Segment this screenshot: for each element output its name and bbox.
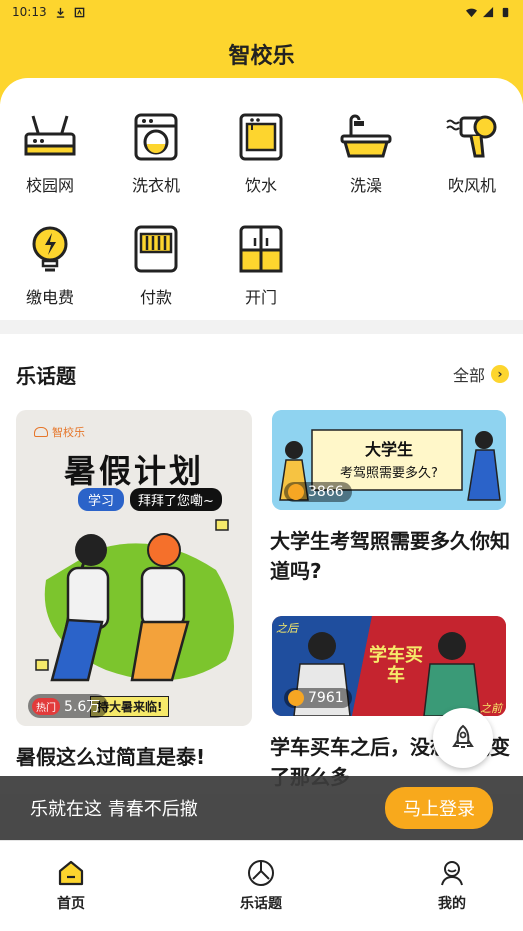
topic-card-title[interactable]: 大学生考驾照需要多久你知道吗? (270, 526, 510, 586)
status-bar: 10:13 (0, 0, 523, 24)
home-icon (58, 860, 84, 886)
topic-card-image[interactable]: 智校乐 暑假计划 学习 拜拜了您嘞~ 持大暑来临! 热门 5.6万 (16, 410, 252, 726)
topic-card-image[interactable]: 大学生 考驾照需要多久? 3866 (272, 410, 506, 510)
hot-badge: 热门 (32, 697, 60, 715)
bottom-tab-bar: 首页 乐话题 我的 (0, 840, 523, 931)
rocket-icon (452, 724, 474, 748)
brand-cloud-icon (34, 427, 48, 437)
download-icon (56, 7, 64, 18)
door-icon (239, 225, 283, 273)
view-all-topics[interactable]: 全部 › (453, 362, 509, 386)
signal-icon (483, 6, 494, 17)
chevron-right-icon: › (491, 365, 509, 383)
view-count: 热门 5.6万 (28, 694, 109, 718)
topic-card-image[interactable]: 之后 之前 学车买车 7961 (272, 616, 506, 716)
back-to-top-button[interactable] (433, 708, 493, 768)
bathtub-icon (340, 114, 392, 158)
banner-left-label: 之后 (276, 622, 298, 635)
page-title: 智校乐 (228, 44, 295, 69)
washing-machine-icon (134, 113, 178, 161)
topic-icon (248, 860, 274, 886)
water-dispenser-icon (239, 113, 283, 161)
battery-icon (502, 7, 509, 17)
service-washing-machine[interactable]: 洗衣机 (116, 112, 196, 212)
service-campus-network[interactable]: 校园网 (10, 112, 90, 212)
router-icon (24, 115, 76, 156)
login-prompt-bar: 乐就在这 青春不后撤 马上登录 (0, 776, 523, 840)
services-panel: 校园网 洗衣机 饮水 洗澡 吹风机 缴电费 付款 开门 (0, 78, 523, 320)
profile-icon (441, 861, 463, 886)
login-button[interactable]: 马上登录 (385, 787, 493, 829)
section-title: 乐话题 (16, 364, 76, 388)
service-electricity[interactable]: 缴电费 (10, 224, 90, 324)
banner-brand: 智校乐 (34, 424, 85, 440)
tab-home[interactable]: 首页 (26, 859, 116, 913)
tab-profile[interactable]: 我的 (407, 859, 497, 913)
view-count: 3866 (284, 482, 352, 502)
lightbulb-icon (32, 226, 68, 272)
service-bath[interactable]: 洗澡 (326, 112, 406, 212)
tab-topics[interactable]: 乐话题 (216, 859, 306, 913)
wifi-icon (466, 8, 477, 17)
flame-icon (288, 484, 304, 500)
hair-dryer-icon (446, 115, 497, 158)
status-time: 10:13 (12, 5, 47, 19)
banner-right-label: 之前 (480, 702, 502, 715)
banner-tags: 学习 拜拜了您嘞~ (78, 488, 222, 511)
banner-title: 暑假计划 (63, 452, 204, 490)
service-water[interactable]: 饮水 (221, 112, 301, 212)
login-prompt-text: 乐就在这 青春不后撤 (30, 799, 198, 820)
service-payment[interactable]: 付款 (116, 224, 196, 324)
flame-icon (288, 690, 304, 706)
banner-title: 大学生 (364, 440, 413, 459)
payment-icon (134, 225, 178, 273)
notification-icon (74, 7, 84, 17)
view-count: 7961 (284, 688, 352, 708)
banner-subtitle: 考驾照需要多久? (340, 466, 438, 481)
banner-title: 学车买车 (369, 645, 423, 686)
service-hair-dryer[interactable]: 吹风机 (432, 112, 512, 212)
service-open-door[interactable]: 开门 (221, 224, 301, 324)
topic-card-title[interactable]: 暑假这么过简直是泰! (16, 742, 256, 772)
